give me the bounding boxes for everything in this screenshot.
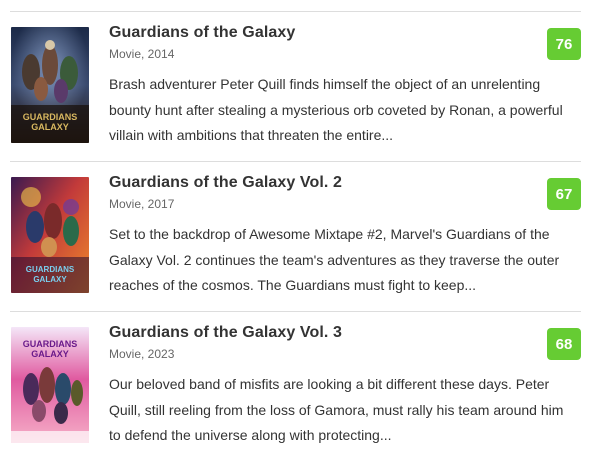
result-title[interactable]: Guardians of the Galaxy Vol. 2: [109, 174, 342, 192]
svg-text:GALAXY: GALAXY: [31, 349, 69, 359]
metascore-badge: 68: [547, 328, 581, 360]
result-item-guardians-3[interactable]: GUARDIANS GALAXY Guardians of the Galaxy…: [10, 311, 581, 458]
search-results-list: GUARDIANS GALAXY Guardians of the Galaxy…: [0, 0, 600, 458]
result-description: Brash adventurer Peter Quill finds himse…: [109, 76, 563, 143]
poster-image[interactable]: GUARDIANS GALAXY: [11, 27, 89, 143]
result-meta: Movie, 2014: [109, 47, 175, 61]
poster-image[interactable]: GUARDIANS GALAXY: [11, 327, 89, 443]
result-meta: Movie, 2023: [109, 347, 175, 361]
poster-image[interactable]: GUARDIANS GALAXY: [11, 177, 89, 293]
result-title[interactable]: Guardians of the Galaxy Vol. 3: [109, 324, 342, 342]
result-title[interactable]: Guardians of the Galaxy: [109, 24, 295, 42]
metascore-badge: 67: [547, 178, 581, 210]
svg-text:GALAXY: GALAXY: [31, 122, 69, 132]
poster-art: GUARDIANS GALAXY: [11, 327, 89, 443]
poster-art: GUARDIANS GALAXY: [11, 27, 89, 143]
metascore-badge: 76: [547, 28, 581, 60]
result-item-guardians-2[interactable]: GUARDIANS GALAXY Guardians of the Galaxy…: [10, 161, 581, 311]
svg-text:GUARDIANS: GUARDIANS: [26, 265, 75, 274]
svg-text:GALAXY: GALAXY: [33, 275, 67, 284]
result-item-guardians-1[interactable]: GUARDIANS GALAXY Guardians of the Galaxy…: [10, 11, 581, 161]
poster-art: GUARDIANS GALAXY: [11, 177, 89, 293]
result-description: Set to the backdrop of Awesome Mixtape #…: [109, 226, 560, 293]
svg-text:GUARDIANS: GUARDIANS: [23, 112, 78, 122]
svg-text:GUARDIANS: GUARDIANS: [23, 339, 78, 349]
result-meta: Movie, 2017: [109, 197, 175, 211]
result-description: Our beloved band of misfits are looking …: [109, 376, 564, 443]
